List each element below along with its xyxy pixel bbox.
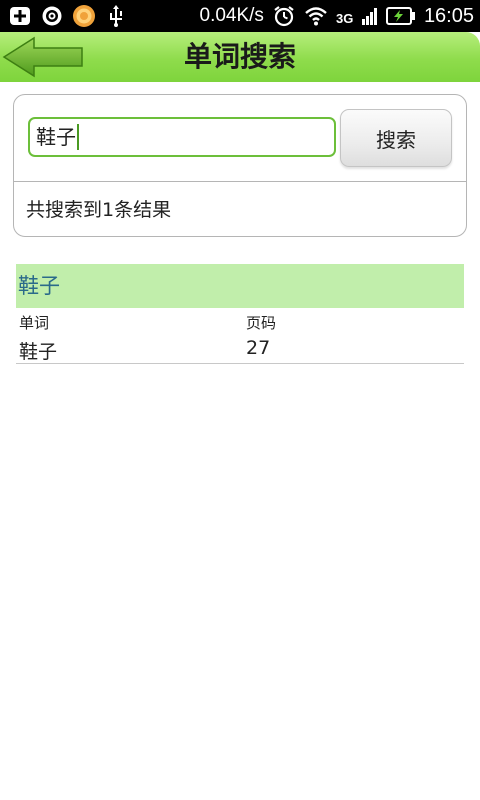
row-divider bbox=[16, 363, 464, 364]
battery-charging-icon bbox=[385, 4, 416, 28]
signal-icon: 3G bbox=[336, 4, 378, 28]
result-word[interactable]: 鞋子 bbox=[19, 337, 57, 364]
alarm-icon bbox=[272, 4, 296, 28]
search-row: 鞋子 搜索 bbox=[14, 95, 466, 182]
status-bar: 0.04K/s 3G 16:05 bbox=[0, 0, 480, 32]
search-button[interactable]: 搜索 bbox=[340, 109, 452, 167]
usb-icon bbox=[104, 4, 128, 28]
title-bar: 单词搜索 bbox=[0, 32, 480, 82]
wifi-icon bbox=[304, 4, 328, 28]
at-icon bbox=[40, 4, 64, 28]
result-page[interactable]: 27 bbox=[246, 337, 270, 359]
page-title: 单词搜索 bbox=[183, 40, 296, 73]
search-card: 鞋子 搜索 共搜索到1条结果 bbox=[13, 94, 467, 237]
text-caret bbox=[77, 124, 79, 150]
notification-icons bbox=[8, 4, 128, 28]
search-input[interactable]: 鞋子 bbox=[28, 117, 336, 157]
net-speed: 0.04K/s bbox=[199, 5, 264, 26]
search-input-value: 鞋子 bbox=[36, 125, 76, 149]
result-group-header: 鞋子 bbox=[16, 264, 464, 308]
clock: 16:05 bbox=[423, 4, 474, 27]
add-icon bbox=[8, 4, 32, 28]
column-header-page: 页码 bbox=[246, 314, 277, 332]
result-summary: 共搜索到1条结果 bbox=[26, 199, 172, 221]
network-type-label: 3G bbox=[336, 11, 353, 26]
column-header-word: 单词 bbox=[19, 314, 50, 332]
coin-icon bbox=[72, 4, 96, 28]
system-indicators: 0.04K/s 3G 16:05 bbox=[200, 0, 475, 32]
